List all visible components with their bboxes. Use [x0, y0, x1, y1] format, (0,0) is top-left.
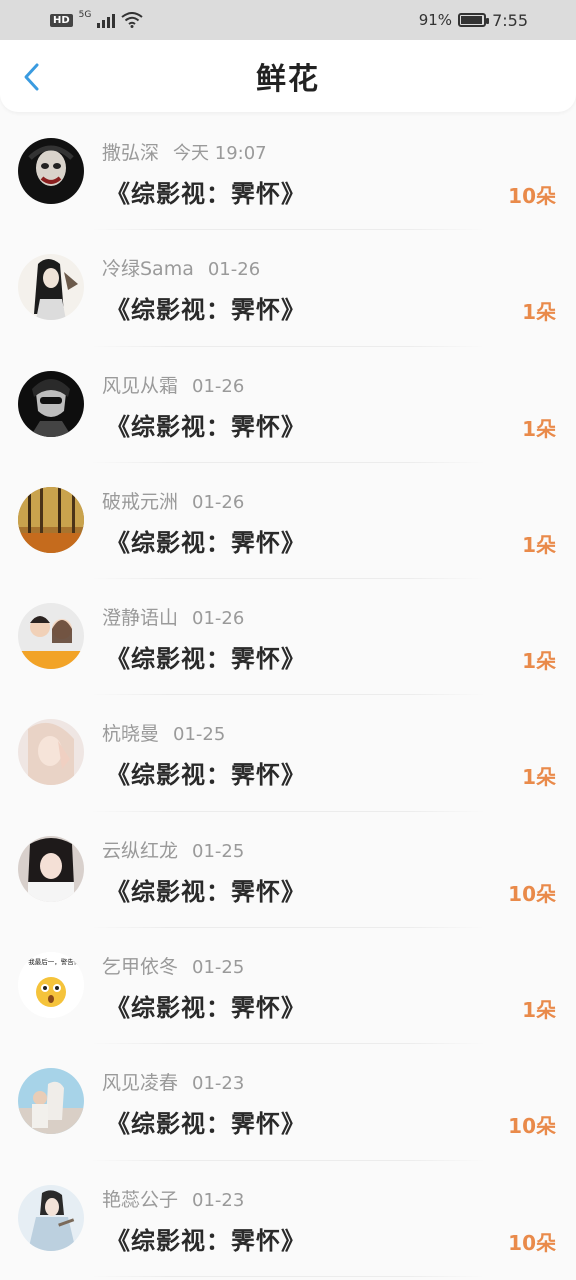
status-left: HD 5G	[50, 10, 143, 28]
user-name[interactable]: 风见从霜	[102, 375, 178, 397]
list-item[interactable]: 风见凌春 01-23 《综影视：霁怀》 10朵	[0, 1044, 576, 1161]
book-title[interactable]: 《综影视：霁怀》	[106, 1104, 306, 1139]
book-title[interactable]: 《综影视：霁怀》	[106, 1221, 306, 1256]
hd-badge: HD	[50, 13, 73, 27]
avatar[interactable]	[18, 370, 84, 437]
clock: 7:55	[492, 10, 528, 30]
date: 01-23	[192, 1073, 245, 1095]
meta: 乞甲依冬 01-25	[102, 952, 244, 979]
avatar[interactable]	[18, 1068, 84, 1135]
user-name[interactable]: 风见凌春	[102, 1072, 178, 1094]
date: 01-25	[173, 724, 226, 746]
sticker-text: 食，我最后一，警告你！	[18, 957, 84, 966]
flower-count: 1朵	[522, 765, 556, 790]
avatar[interactable]	[18, 1184, 84, 1251]
meta: 风见凌春 01-23	[102, 1068, 244, 1095]
book-title[interactable]: 《综影视：霁怀》	[106, 290, 306, 325]
meta: 冷绿Sama 01-26	[102, 254, 260, 281]
signal-icon	[97, 12, 116, 28]
date: 01-26	[192, 375, 245, 397]
book-title[interactable]: 《综影视：霁怀》	[106, 755, 306, 790]
flower-count: 10朵	[508, 1230, 556, 1255]
flower-count: 1朵	[522, 416, 556, 441]
date: 01-26	[192, 608, 245, 630]
avatar[interactable]	[18, 835, 84, 902]
avatar[interactable]	[18, 254, 84, 321]
battery-percent: 91%	[418, 11, 453, 29]
back-chevron-icon[interactable]	[20, 62, 44, 92]
meta: 风见从霜 01-26	[102, 371, 244, 398]
status-right: 91% 7:55	[419, 11, 528, 30]
book-title[interactable]: 《综影视：霁怀》	[106, 407, 306, 442]
date: 01-26	[192, 491, 245, 513]
divider	[90, 1275, 486, 1277]
flower-count: 1朵	[522, 300, 556, 325]
user-name[interactable]: 冷绿Sama	[102, 258, 194, 280]
meta: 艳蕊公子 01-23	[102, 1185, 244, 1212]
flower-count: 10朵	[508, 881, 556, 906]
date: 01-25	[192, 957, 245, 979]
page-title: 鲜花	[256, 62, 320, 97]
meta: 澄静语山 01-26	[102, 603, 244, 630]
user-name[interactable]: 云纵红龙	[102, 840, 178, 862]
flower-count: 1朵	[522, 532, 556, 557]
list-item[interactable]: 撒弘深 今天 19:07 《综影视：霁怀》 10朵	[0, 114, 576, 231]
flower-list: 撒弘深 今天 19:07 《综影视：霁怀》 10朵 冷绿Sama 01-26 《综影…	[0, 112, 576, 1277]
book-title[interactable]: 《综影视：霁怀》	[106, 523, 306, 558]
flower-count: 10朵	[508, 184, 556, 208]
header: 鲜花	[0, 40, 576, 112]
avatar[interactable]	[18, 486, 84, 553]
network-type: 5G	[78, 10, 92, 20]
battery-icon	[458, 13, 490, 27]
meta: 杭晓曼 01-25	[102, 719, 225, 746]
list-item[interactable]: 冷绿Sama 01-26 《综影视：霁怀》 1朵	[0, 230, 576, 347]
book-title[interactable]: 《综影视：霁怀》	[106, 872, 306, 907]
user-name[interactable]: 艳蕊公子	[102, 1189, 178, 1211]
date: 01-25	[192, 840, 245, 862]
avatar[interactable]	[18, 719, 84, 786]
list-item[interactable]: 艳蕊公子 01-23 《综影视：霁怀》 10朵	[0, 1161, 576, 1277]
user-name[interactable]: 破戒元洲	[102, 491, 178, 513]
flower-count: 1朵	[522, 649, 556, 674]
date: 今天 19:07	[173, 143, 267, 164]
list-item[interactable]: 杭晓曼 01-25 《综影视：霁怀》 1朵	[0, 695, 576, 812]
flower-count: 1朵	[522, 998, 556, 1023]
avatar[interactable]: 食，我最后一，警告你！	[18, 952, 84, 1019]
avatar[interactable]	[18, 603, 84, 670]
book-title[interactable]: 《综影视：霁怀》	[106, 639, 306, 674]
user-name[interactable]: 乞甲依冬	[102, 956, 178, 978]
status-bar: HD 5G 91% 7:55	[0, 0, 576, 40]
book-title[interactable]: 《综影视：霁怀》	[106, 988, 306, 1023]
list-item[interactable]: 澄静语山 01-26 《综影视：霁怀》 1朵	[0, 579, 576, 696]
list-item[interactable]: 食，我最后一，警告你！ 乞甲依冬 01-25 《综影视：霁怀》 1朵	[0, 928, 576, 1045]
list-item[interactable]: 破戒元洲 01-26 《综影视：霁怀》 1朵	[0, 463, 576, 580]
meta: 撒弘深 今天 19:07	[102, 138, 267, 165]
user-name[interactable]: 澄静语山	[102, 607, 178, 629]
user-name[interactable]: 杭晓曼	[102, 723, 159, 745]
date: 01-26	[207, 259, 261, 281]
meta: 破戒元洲 01-26	[102, 487, 244, 514]
date: 01-23	[192, 1189, 245, 1211]
user-name[interactable]: 撒弘深	[102, 142, 159, 164]
avatar[interactable]	[18, 138, 84, 204]
book-title[interactable]: 《综影视：霁怀》	[106, 174, 306, 209]
meta: 云纵红龙 01-25	[102, 836, 244, 863]
flower-count: 10朵	[508, 1114, 556, 1139]
list-item[interactable]: 云纵红龙 01-25 《综影视：霁怀》 10朵	[0, 812, 576, 929]
wifi-icon	[121, 12, 143, 28]
list-item[interactable]: 风见从霜 01-26 《综影视：霁怀》 1朵	[0, 347, 576, 463]
